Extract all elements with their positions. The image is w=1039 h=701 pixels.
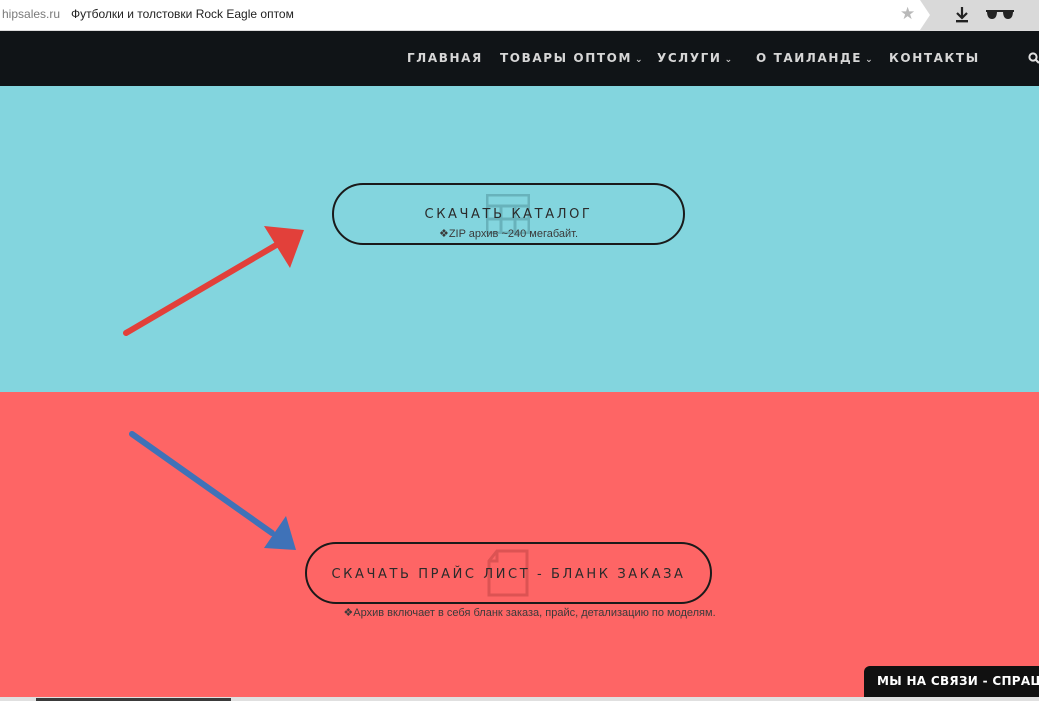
price-section: СКАЧАТЬ ПРАЙС ЛИСТ - БЛАНК ЗАКАЗА ❖Архив… [0, 392, 1039, 697]
chat-widget-button[interactable]: МЫ НА СВЯЗИ - СПРАШИВАЙТЕ [864, 666, 1039, 697]
price-subtext: ❖Архив включает в себя бланк заказа, пра… [0, 606, 1039, 619]
chevron-down-icon: ⌄ [865, 55, 875, 65]
star-icon[interactable]: ★ [900, 4, 915, 24]
page-tab-title: Футболки и толстовки Rock Eagle оптом [71, 7, 294, 21]
chevron-down-icon: ⌄ [635, 55, 645, 65]
nav-item-label: ГЛАВНАЯ [407, 51, 483, 65]
nav-item-services[interactable]: УСЛУГИ ⌄ [657, 51, 734, 65]
browser-address-bar[interactable]: hipsales.ru Футболки и толстовки Rock Ea… [0, 0, 1039, 31]
chevron-down-icon: ⌄ [724, 55, 734, 65]
download-price-list-button[interactable]: СКАЧАТЬ ПРАЙС ЛИСТ - БЛАНК ЗАКАЗА [305, 542, 712, 604]
nav-item-label: О ТАИЛАНДЕ [756, 51, 863, 65]
nav-item-label: ТОВАРЫ ОПТОМ [500, 51, 632, 65]
address-domain[interactable]: hipsales.ru [2, 7, 60, 21]
download-catalog-button[interactable]: СКАЧАТЬ КАТАЛОГ ❖ZIP архив ~240 мегабайт… [332, 183, 685, 245]
catalog-subtext: ❖ZIP архив ~240 мегабайт. [334, 227, 683, 240]
bottom-scroll-strip [0, 697, 1039, 701]
download-icon[interactable] [954, 6, 970, 24]
download-catalog-label: СКАЧАТЬ КАТАЛОГ [424, 207, 593, 222]
nav-item-label: УСЛУГИ [657, 51, 722, 65]
browser-toolbar [920, 0, 1039, 30]
catalog-subtext-label: ZIP архив ~240 мегабайт. [448, 228, 579, 240]
nav-item-contacts[interactable]: КОНТАКТЫ [889, 51, 980, 65]
nav-item-about-thailand[interactable]: О ТАИЛАНДЕ ⌄ [756, 51, 874, 65]
nav-item-home[interactable]: ГЛАВНАЯ [407, 51, 483, 65]
search-icon[interactable] [1028, 52, 1039, 64]
dropbox-icon: ❖ [438, 228, 449, 240]
glasses-icon[interactable] [985, 9, 1015, 21]
dropbox-icon: ❖ [343, 607, 354, 619]
main-navigation: ГЛАВНАЯ ТОВАРЫ ОПТОМ ⌄ УСЛУГИ ⌄ О ТАИЛАНДЕ… [0, 31, 1039, 86]
nav-item-wholesale[interactable]: ТОВАРЫ ОПТОМ ⌄ [500, 51, 644, 65]
price-subtext-label: Архив включает в себя бланк заказа, прай… [353, 607, 716, 619]
nav-item-label: КОНТАКТЫ [889, 51, 980, 65]
download-price-list-label: СКАЧАТЬ ПРАЙС ЛИСТ - БЛАНК ЗАКАЗА [331, 567, 686, 582]
catalog-section: СКАЧАТЬ КАТАЛОГ ❖ZIP архив ~240 мегабайт… [0, 86, 1039, 392]
